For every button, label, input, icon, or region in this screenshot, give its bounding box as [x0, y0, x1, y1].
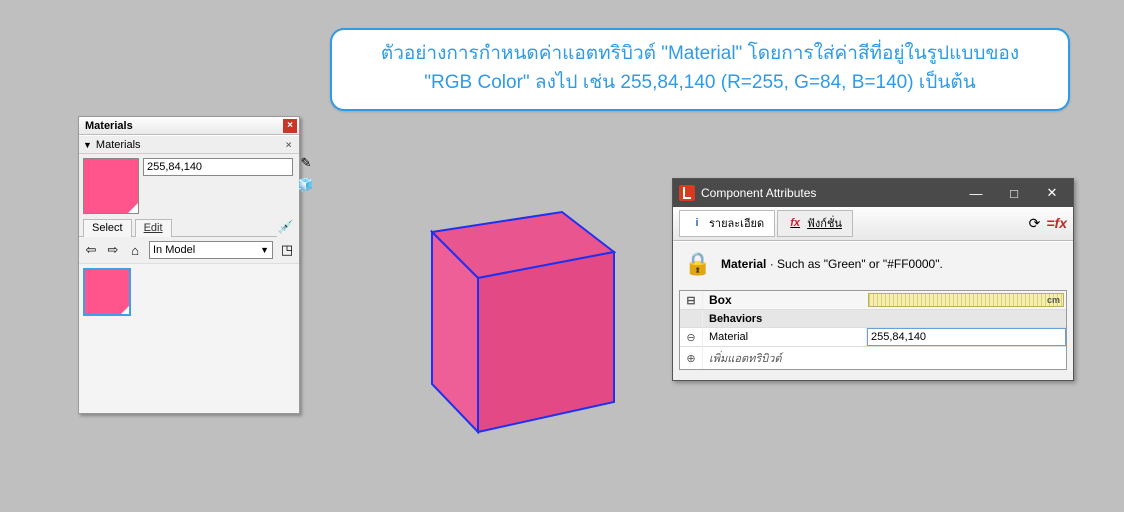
- component-attributes-window: Component Attributes — □ ✕ i รายละเอียด …: [672, 178, 1074, 381]
- refresh-icon[interactable]: ⟳: [1029, 215, 1041, 232]
- object-header-row: ⊟ Box cm: [680, 291, 1066, 310]
- tab-edit[interactable]: Edit: [135, 219, 172, 237]
- nav-home-icon[interactable]: ⌂: [127, 243, 143, 258]
- callout-line-1: ตัวอย่างการกำหนดค่าแอตทริบิวต์ "Material…: [350, 40, 1050, 69]
- material-thumbnail[interactable]: [83, 268, 131, 316]
- materials-nav: ⇦ ⇨ ⌂ In Model ▼ ◳: [79, 237, 299, 263]
- tab-select[interactable]: Select: [83, 219, 132, 237]
- nav-forward-icon[interactable]: ⇨: [105, 242, 121, 258]
- nav-back-icon[interactable]: ⇦: [83, 242, 99, 258]
- eyedropper-icon[interactable]: 💉: [277, 218, 295, 236]
- send-to-model-icon[interactable]: ✎: [297, 154, 315, 172]
- close-icon[interactable]: ×: [283, 119, 297, 133]
- behaviors-group-row: Behaviors: [680, 310, 1066, 328]
- collapse-icon[interactable]: ▼: [83, 140, 92, 150]
- material-name-input[interactable]: [143, 158, 293, 176]
- section-close-icon[interactable]: ×: [282, 138, 295, 151]
- behaviors-label: Behaviors: [702, 311, 866, 327]
- toggle-formula-icon[interactable]: =fx: [1046, 215, 1067, 232]
- materials-section-header[interactable]: ▼ Materials ×: [79, 135, 299, 154]
- object-name: Box: [702, 291, 866, 309]
- component-attributes-titlebar[interactable]: Component Attributes — □ ✕: [673, 179, 1073, 207]
- explanation-callout: ตัวอย่างการกำหนดค่าแอตทริบิวต์ "Material…: [330, 28, 1070, 111]
- row-add-icon[interactable]: ⊕: [680, 351, 702, 366]
- chevron-down-icon: ▼: [260, 245, 269, 255]
- materials-panel: Materials × ▼ Materials × ✎ 🧊 Select Edi…: [78, 116, 300, 414]
- materials-titlebar[interactable]: Materials ×: [79, 117, 299, 135]
- row-remove-icon[interactable]: ⊖: [680, 330, 702, 345]
- cube-preview: [380, 170, 640, 450]
- material-attr-row: ⊖ Material: [680, 328, 1066, 347]
- desc-text: Such as "Green" or "#FF0000".: [777, 257, 943, 271]
- attr-value-material-input[interactable]: [867, 328, 1066, 346]
- close-icon[interactable]: ✕: [1033, 179, 1071, 207]
- lock-icon: 🔒: [683, 250, 713, 278]
- fx-icon: fx: [788, 216, 802, 230]
- callout-line-2: "RGB Color" ลงไป เช่น 255,84,140 (R=255,…: [350, 69, 1050, 98]
- details-menu-icon[interactable]: ◳: [279, 242, 295, 258]
- library-select[interactable]: In Model ▼: [149, 241, 273, 259]
- desc-label: Material: [721, 257, 766, 271]
- materials-section-label: Materials: [96, 139, 141, 151]
- component-attributes-toolbar: i รายละเอียด fx ฟังก์ชั่น ⟳ =fx: [673, 207, 1073, 241]
- materials-grid: [79, 263, 299, 413]
- attributes-table: ⊟ Box cm Behaviors ⊖ Material ⊕: [679, 290, 1067, 370]
- materials-title: Materials: [85, 120, 133, 132]
- current-material-swatch[interactable]: [83, 158, 139, 214]
- library-select-value: In Model: [153, 244, 195, 256]
- sketchup-logo-icon: [679, 185, 695, 201]
- create-material-icon[interactable]: 🧊: [297, 176, 315, 194]
- attribute-description: 🔒 Material Such as "Green" or "#FF0000".: [673, 242, 1073, 286]
- tab-details[interactable]: i รายละเอียด: [679, 210, 775, 237]
- collapse-icon[interactable]: ⊟: [680, 293, 702, 308]
- add-attr-label: เพิ่มแอตทริบิวต์: [702, 347, 866, 369]
- minimize-icon[interactable]: —: [957, 179, 995, 207]
- add-attribute-row[interactable]: ⊕ เพิ่มแอตทริบิวต์: [680, 347, 1066, 369]
- component-attributes-title: Component Attributes: [701, 186, 816, 200]
- attr-name-material[interactable]: Material: [702, 329, 866, 345]
- tab-functions[interactable]: fx ฟังก์ชั่น: [777, 210, 853, 237]
- units-ruler[interactable]: cm: [868, 293, 1064, 307]
- maximize-icon[interactable]: □: [995, 179, 1033, 207]
- info-icon: i: [690, 216, 704, 230]
